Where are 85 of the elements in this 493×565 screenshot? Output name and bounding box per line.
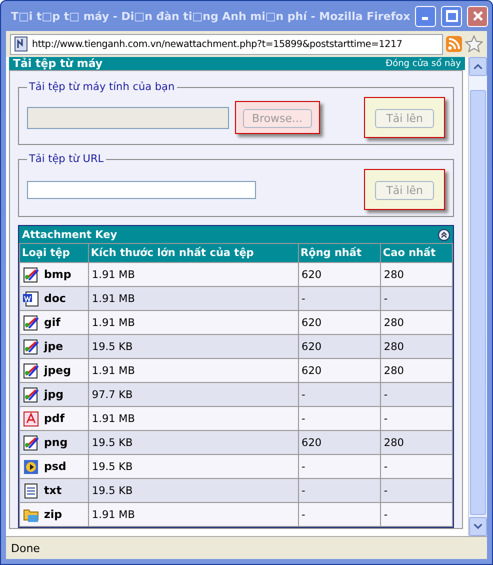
url-text: http://www.tienganh.com.vn/newattachment.php?t=15899&poststarttime=1217 bbox=[32, 38, 402, 50]
table-cell: gif bbox=[20, 310, 88, 334]
table-cell: txt bbox=[20, 478, 88, 502]
scroll-down-icon[interactable] bbox=[469, 517, 487, 536]
collapse-icon[interactable] bbox=[438, 229, 450, 241]
table-cell: - bbox=[298, 454, 380, 478]
page-title: Tải tệp từ máy bbox=[13, 58, 103, 70]
column-header: Kích thước lớn nhất của tệp bbox=[88, 244, 298, 262]
column-header: Rộng nhất bbox=[298, 244, 380, 262]
close-icon bbox=[472, 10, 484, 22]
url-input-field[interactable] bbox=[27, 180, 256, 198]
media-icon bbox=[23, 458, 39, 474]
table-cell: 280 bbox=[380, 310, 452, 334]
file-input-field[interactable] bbox=[27, 106, 229, 128]
table-cell: - bbox=[380, 502, 452, 526]
table-cell: 1.91 MB bbox=[88, 406, 298, 430]
table-cell: zip bbox=[20, 502, 88, 526]
image-file-icon bbox=[23, 314, 39, 330]
text-file-icon bbox=[23, 482, 39, 498]
upload-button[interactable]: Tải lên bbox=[375, 109, 434, 128]
table-cell: - bbox=[380, 382, 452, 406]
close-button[interactable] bbox=[467, 6, 488, 26]
image-file-icon bbox=[23, 434, 39, 450]
table-cell: 1.91 MB bbox=[88, 310, 298, 334]
table-cell: doc bbox=[20, 286, 88, 310]
table-cell: bmp bbox=[20, 262, 88, 286]
rss-icon[interactable] bbox=[446, 36, 462, 52]
vertical-scrollbar[interactable] bbox=[468, 57, 487, 536]
column-header: Cao nhất bbox=[380, 244, 452, 262]
table-cell: - bbox=[298, 478, 380, 502]
table-cell: 19.5 KB bbox=[88, 454, 298, 478]
table-cell: - bbox=[380, 406, 452, 430]
table-cell: - bbox=[298, 286, 380, 310]
window-title: T□i t□p t□ máy - Di□n đàn ti□ng Anh mi□n phí - Mozilla Firefox bbox=[11, 10, 410, 22]
table-cell: 280 bbox=[380, 358, 452, 382]
maximize-button[interactable] bbox=[441, 6, 462, 26]
image-file-icon bbox=[23, 266, 39, 282]
table-cell: 1.91 MB bbox=[88, 502, 298, 526]
table-cell: jpe bbox=[20, 334, 88, 358]
group-legend: Tải tệp từ máy tính của bạn bbox=[27, 81, 177, 93]
address-field[interactable]: http://www.tienganh.com.vn/newattachment.php?t=15899&poststarttime=1217 bbox=[10, 34, 443, 54]
table-cell: - bbox=[380, 286, 452, 310]
table-cell: 620 bbox=[298, 334, 380, 358]
table-cell: - bbox=[298, 406, 380, 430]
document-icon bbox=[23, 290, 39, 306]
star-icon[interactable] bbox=[465, 35, 483, 53]
table-cell: 280 bbox=[380, 262, 452, 286]
image-file-icon bbox=[23, 386, 39, 402]
table-cell: 620 bbox=[298, 430, 380, 454]
table-cell: jpeg bbox=[20, 358, 88, 382]
table-cell: 19.5 KB bbox=[88, 334, 298, 358]
image-file-icon bbox=[23, 338, 39, 354]
scroll-up-icon[interactable] bbox=[469, 57, 487, 76]
status-text: Done bbox=[11, 542, 40, 554]
table-cell: pdf bbox=[20, 406, 88, 430]
table-cell: - bbox=[298, 382, 380, 406]
column-header: Loại tệp bbox=[20, 244, 88, 262]
table-cell: - bbox=[298, 502, 380, 526]
close-window-link[interactable]: Đóng cửa sổ này bbox=[386, 59, 461, 70]
page-icon bbox=[14, 36, 28, 52]
table-cell: 1.91 MB bbox=[88, 358, 298, 382]
image-file-icon bbox=[23, 362, 39, 378]
table-cell: 1.91 MB bbox=[88, 262, 298, 286]
group-legend: Tải tệp từ URL bbox=[27, 153, 106, 165]
table-cell: 19.5 KB bbox=[88, 430, 298, 454]
upload-button[interactable]: Tải lên bbox=[375, 181, 434, 200]
table-cell: 19.5 KB bbox=[88, 478, 298, 502]
table-title: Attachment Key bbox=[22, 229, 118, 241]
minimize-button[interactable] bbox=[415, 6, 436, 26]
maximize-icon bbox=[446, 10, 458, 22]
pdf-icon bbox=[23, 410, 39, 426]
table-cell: 97.7 KB bbox=[88, 382, 298, 406]
table-cell: 280 bbox=[380, 334, 452, 358]
table-cell: - bbox=[380, 478, 452, 502]
table-cell: psd bbox=[20, 454, 88, 478]
table-cell: jpg bbox=[20, 382, 88, 406]
browse-button[interactable]: Browse... bbox=[243, 109, 312, 128]
folder-icon bbox=[23, 506, 39, 522]
table-cell: - bbox=[380, 454, 452, 478]
table-cell: 280 bbox=[380, 430, 452, 454]
table-cell: 620 bbox=[298, 310, 380, 334]
table-cell: png bbox=[20, 430, 88, 454]
table-cell: 1.91 MB bbox=[88, 286, 298, 310]
table-cell: 620 bbox=[298, 358, 380, 382]
table-cell: 620 bbox=[298, 262, 380, 286]
